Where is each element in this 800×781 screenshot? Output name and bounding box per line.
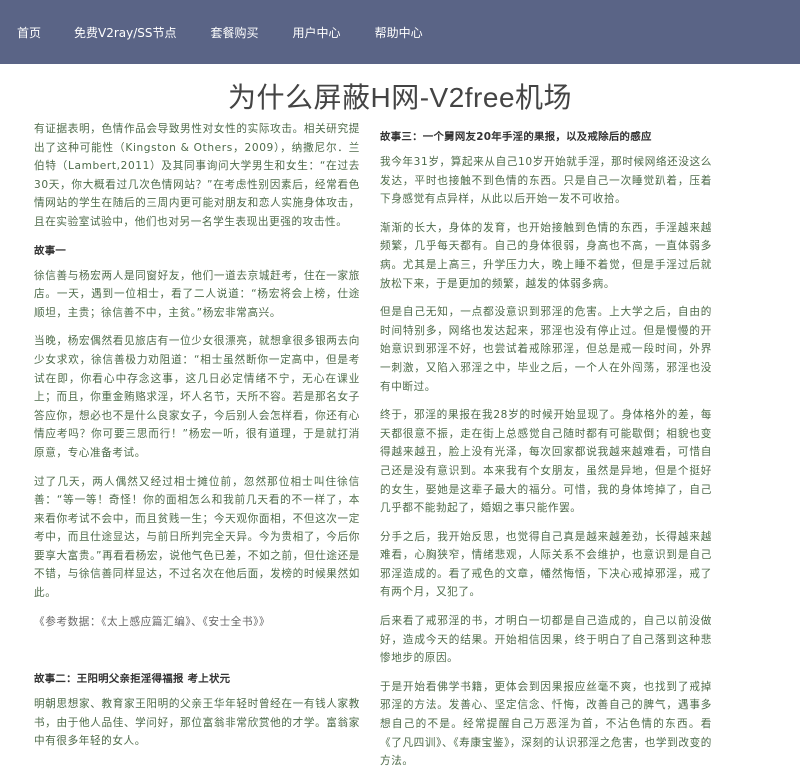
nav-help-center[interactable]: 帮助中心 [375, 24, 423, 41]
story1-heading: 故事一 [34, 244, 67, 257]
nav-user-center[interactable]: 用户中心 [293, 24, 341, 41]
story3-paragraph-2: 渐渐的长大，身体的发育，也开始接触到色情的东西，手淫越来越频繁，几乎每天都有。自… [380, 221, 712, 290]
story2-heading: 故事二：王阳明父亲拒淫得福报 考上状元 [34, 673, 231, 686]
story3-paragraph-5: 分手之后，我开始反思，也觉得自己真是越来越差劲，长得越来越难看，心胸狭窄，情绪悲… [380, 530, 712, 599]
top-navbar: 首页 免费V2ray/SS节点 套餐购买 用户中心 帮助中心 [0, 0, 800, 64]
story1-paragraph-2: 当晚，杨宏偶然看见旅店有一位少女很漂亮，就想拿很多银两去向少女求欢，徐信善极力劝… [34, 335, 360, 459]
story2-paragraph-1: 明朝思想家、教育家王阳明的父亲王华年轻时曾经在一有钱人家教书，由于他人品佳、学问… [34, 698, 360, 748]
references-line: 《参考数据：《太上感应篇汇编》、《安士全书》》 [34, 615, 271, 628]
story3-paragraph-1: 我今年31岁，算起来从自己10岁开始就手淫，那时候网络还没这么发达，平时也接触不… [380, 156, 712, 206]
left-column: 有证据表明，色情作品会导致男性对女性的实际攻击。相关研究提出了这种可能性（Kin… [34, 120, 360, 761]
article-body: 有证据表明，色情作品会导致男性对女性的实际攻击。相关研究提出了这种可能性（Kin… [0, 112, 800, 767]
story3-paragraph-4: 终于，邪淫的果报在我28岁的时候开始显现了。身体格外的差，每天都很意不振，走在街… [380, 409, 712, 515]
nav-free-nodes[interactable]: 免费V2ray/SS节点 [74, 24, 177, 41]
nav-home[interactable]: 首页 [17, 24, 41, 41]
story3-paragraph-3: 但是自己无知，一点都没意识到邪淫的危害。上大学之后，自由的时间特别多，网络也发达… [380, 306, 712, 393]
story3-heading: 故事三：一个舅网友20年手淫的果报，以及戒除后的感应 [380, 131, 652, 143]
story1-paragraph-3: 过了几天，两人偶然又经过相士摊位前，忽然那位相士叫住徐信善：“等一等！奇怪！你的… [34, 475, 360, 600]
story3-paragraph-7: 于是开始看佛学书籍，更体会到因果报应丝毫不爽，也找到了戒掉邪淫的方法。发善心、坚… [380, 680, 712, 768]
right-column: 故事三：一个舅网友20年手淫的果报，以及戒除后的感应 我今年31岁，算起来从自己… [380, 128, 712, 781]
story1-paragraph-1: 徐信善与杨宏两人是同窗好友，他们一道去京城赶考，住在一家旅店。一天，遇到一位相士… [34, 269, 360, 319]
page-title: 为什么屏蔽H网-V2free机场 [227, 82, 573, 113]
story3-paragraph-6: 后来看了戒邪淫的书，才明白一切都是自己造成的，自己以前没做好，造成今天的结果。开… [380, 615, 712, 665]
nav-plans[interactable]: 套餐购买 [211, 24, 259, 41]
intro-paragraph: 有证据表明，色情作品会导致男性对女性的实际攻击。相关研究提出了这种可能性（Kin… [34, 123, 360, 228]
